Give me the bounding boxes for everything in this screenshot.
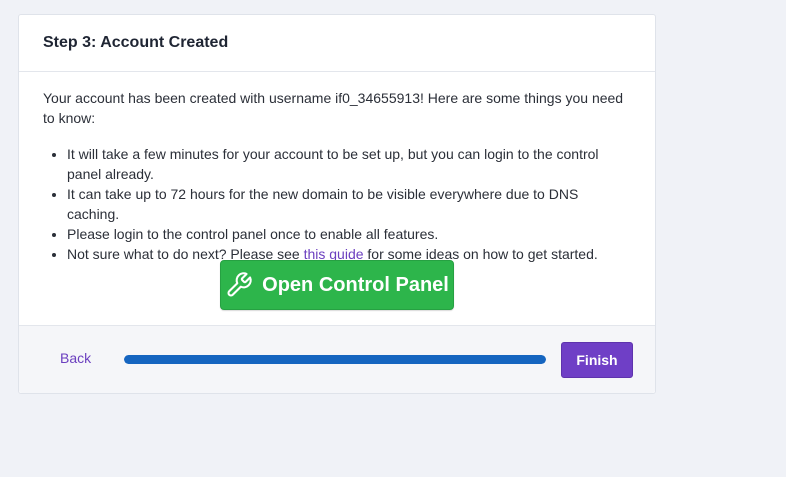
finish-button[interactable]: Finish: [561, 342, 633, 378]
wrench-icon: [225, 271, 253, 299]
card-footer: Back Finish: [19, 325, 655, 393]
progress-bar-fill: [124, 355, 546, 364]
progress-bar: [124, 355, 546, 364]
account-created-card: Step 3: Account Created Your account has…: [18, 14, 656, 394]
list-item-login: Please login to the control panel once t…: [67, 224, 631, 244]
card-title: Step 3: Account Created: [43, 34, 229, 51]
list-item-dns: It can take up to 72 hours for the new d…: [67, 184, 631, 224]
card-header: Step 3: Account Created: [19, 15, 655, 72]
info-list: It will take a few minutes for your acco…: [43, 144, 631, 264]
back-link[interactable]: Back: [60, 350, 91, 366]
open-control-panel-label: Open Control Panel: [262, 273, 449, 296]
intro-text: Your account has been created with usern…: [43, 90, 624, 126]
card-body: Your account has been created with usern…: [19, 72, 655, 264]
list-item-setup: It will take a few minutes for your acco…: [67, 144, 631, 184]
control-panel-button-wrap: Open Control Panel: [19, 260, 655, 310]
open-control-panel-button[interactable]: Open Control Panel: [220, 260, 454, 310]
